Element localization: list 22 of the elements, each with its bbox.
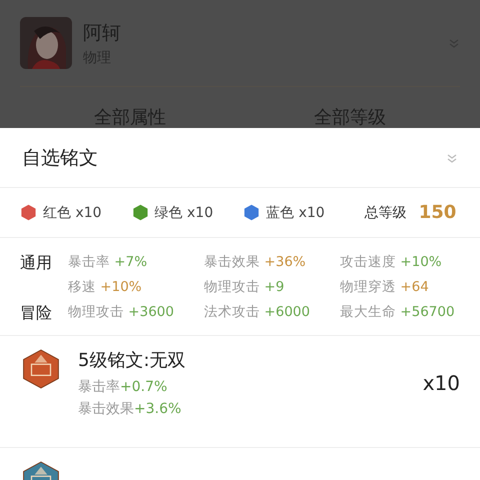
total-value: 150 [418,202,456,223]
sheet-title: 自选铭文 [22,146,98,170]
chevron-icon[interactable] [446,152,458,164]
rune-effect: 暴击效果+3.6% [78,400,182,419]
rune-name: 5级铭文:无双 [78,349,187,372]
stat-text: 最大生命 +56700 [340,303,456,322]
stat-text: 物理攻击 +9 [204,278,286,297]
group-label: 冒险 [20,302,53,324]
gem-count: 蓝色 x10 [266,204,325,222]
total-label: 总等级 [364,204,407,222]
stat-text: 暴击率 +7% [68,253,148,272]
stat-text: 物理穿透 +64 [340,278,430,297]
rune-count: x10 [422,370,460,394]
group-label: 通用 [20,252,53,274]
gem-count: 红色 x10 [43,204,102,222]
stat-text: 移速 +10% [68,278,143,297]
gem-count: 绿色 x10 [154,204,214,222]
stat-text: 物理攻击 +3600 [68,303,175,322]
stat-text: 暴击效果 +36% [204,253,307,272]
rune-effect: 暴击率+0.7% [78,378,168,397]
stat-text: 攻击速度 +10% [340,253,443,272]
stat-text: 法术攻击 +6000 [204,303,311,322]
